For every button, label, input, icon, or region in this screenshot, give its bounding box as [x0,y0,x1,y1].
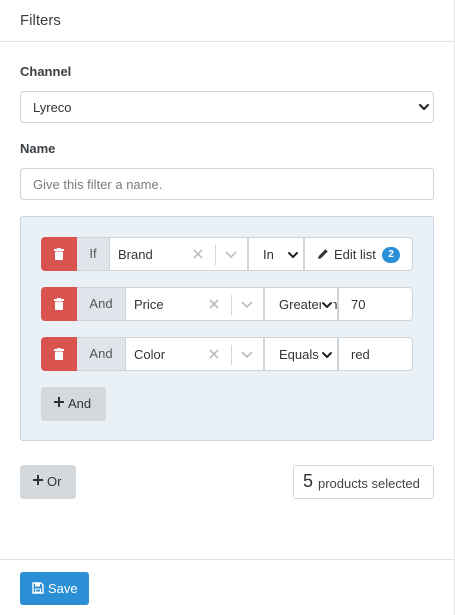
field-select-value: Brand [118,247,153,262]
name-input-placeholder: Give this filter a name. [33,177,163,192]
value-input-text: red [351,347,370,362]
trash-icon [54,298,64,310]
value-input[interactable]: red [338,337,413,371]
save-icon [32,582,44,594]
rule-conjunction: If [77,237,109,271]
name-input[interactable]: Give this filter a name. [20,168,434,200]
operator-select-value: In [263,247,274,262]
add-or-label: Or [47,474,62,489]
chevron-down-icon[interactable] [240,349,254,361]
field-select-value: Color [134,347,166,362]
panel-title: Filters [20,12,61,29]
footer-divider [0,559,455,560]
rule-row: And Color Equals red [41,337,413,371]
chevron-down-icon [321,349,333,361]
clear-icon[interactable] [191,247,205,261]
products-count-label: products selected [318,476,420,491]
delete-rule-button[interactable] [41,287,77,321]
rule-group: If Brand In Edit list 2 And Price Greate… [20,216,434,441]
field-select[interactable]: Color [125,337,264,371]
field-select[interactable]: Brand [109,237,248,271]
add-and-label: And [68,396,92,411]
plus-icon [53,396,65,408]
chevron-down-icon [321,299,333,311]
add-or-button[interactable]: Or [20,465,76,499]
products-count-number: 5 [303,471,314,491]
chevron-down-icon[interactable] [224,249,238,261]
delete-rule-button[interactable] [41,337,77,371]
value-input[interactable]: 70 [338,287,413,321]
panel-header: Filters [0,0,455,42]
save-label: Save [48,581,78,596]
filters-panel: Filters Channel Lyreco Name Give this fi… [0,0,455,615]
channel-select-value: Lyreco [33,100,72,115]
field-select[interactable]: Price [125,287,264,321]
rule-conjunction: And [77,337,125,371]
edit-list-button[interactable]: Edit list 2 [304,237,413,271]
value-input-text: 70 [351,297,366,312]
name-label: Name [20,141,56,156]
operator-select-value: Equals [279,347,319,362]
chevron-down-icon[interactable] [240,299,254,311]
rule-conjunction: And [77,287,125,321]
field-select-value: Price [134,297,164,312]
plus-icon [32,474,44,486]
delete-rule-button[interactable] [41,237,77,271]
trash-icon [54,248,64,260]
chevron-down-icon [287,249,299,261]
channel-label: Channel [20,64,72,79]
operator-select[interactable]: Equals [264,337,338,371]
rule-row: And Price Greater than 70 [41,287,413,321]
list-count-badge: 2 [382,247,400,263]
operator-select[interactable]: Greater than [264,287,338,321]
chevron-down-icon [418,101,430,113]
operator-select[interactable]: In [248,237,304,271]
field-select-separator [231,345,232,365]
clear-icon[interactable] [207,347,221,361]
rule-row: If Brand In Edit list 2 [41,237,413,271]
clear-icon[interactable] [207,297,221,311]
trash-icon [54,348,64,360]
field-select-separator [231,295,232,315]
save-button[interactable]: Save [20,572,89,605]
channel-select[interactable]: Lyreco [20,91,434,123]
edit-list-label: Edit list [334,247,376,262]
field-select-separator [215,245,216,265]
pencil-icon [317,248,329,260]
products-selected-count: 5 products selected [293,465,434,499]
add-and-button[interactable]: And [41,387,106,421]
